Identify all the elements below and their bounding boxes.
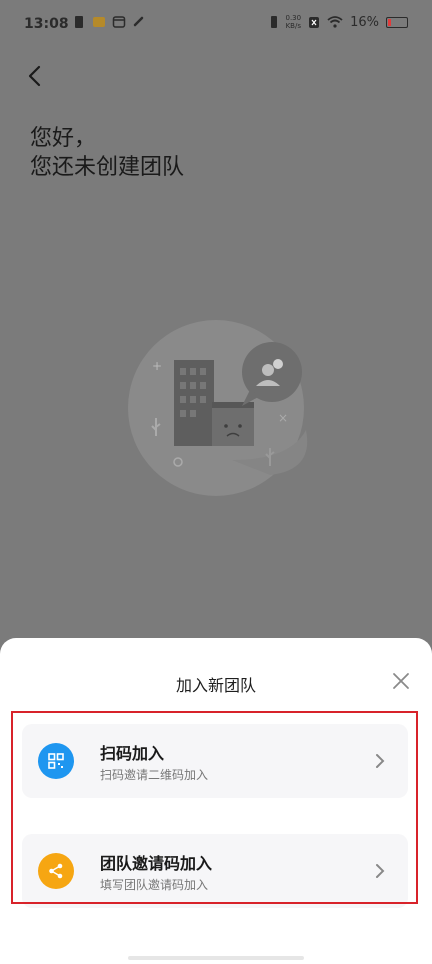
app-notification-icon xyxy=(93,17,105,27)
svg-text:+: + xyxy=(152,359,162,373)
page-greeting: 您好， 您还未创建团队 xyxy=(30,124,184,182)
network-speed-value: 0.30 xyxy=(285,14,302,22)
sheet-title: 加入新团队 xyxy=(175,676,256,695)
battery-percent: 16% xyxy=(350,14,379,30)
sim-icon xyxy=(75,16,83,28)
greeting-line-2: 您还未创建团队 xyxy=(30,155,185,180)
greeting-line-1: 您好， xyxy=(30,126,97,151)
empty-team-illustration: + × xyxy=(128,320,308,496)
battery-icon xyxy=(386,16,408,28)
status-bar: 13:08 0.30 KB/s 16% xyxy=(0,0,432,50)
home-indicator[interactable] xyxy=(128,956,304,960)
status-right: 0.30 KB/s 16% xyxy=(269,14,408,30)
status-time: 13:08 xyxy=(24,16,69,32)
back-arrow-icon[interactable] xyxy=(22,62,50,90)
wifi-icon xyxy=(327,16,343,28)
svg-text:×: × xyxy=(278,411,288,425)
battery-level xyxy=(388,18,391,26)
calendar-notification-icon xyxy=(112,16,126,28)
notification-icons xyxy=(72,15,146,29)
network-speed-unit: KB/s xyxy=(285,22,301,30)
vibrate-icon xyxy=(270,16,277,28)
link-notification-icon xyxy=(133,16,144,27)
join-team-sheet: 加入新团队 扫码加入 扫码邀请二维码加入 团队邀请码加入 填写团队邀请码加入 xyxy=(0,638,432,964)
no-sim-icon xyxy=(309,16,320,28)
close-icon[interactable] xyxy=(390,670,412,692)
highlight-box xyxy=(11,711,418,904)
network-speed: 0.30 KB/s xyxy=(286,14,302,30)
